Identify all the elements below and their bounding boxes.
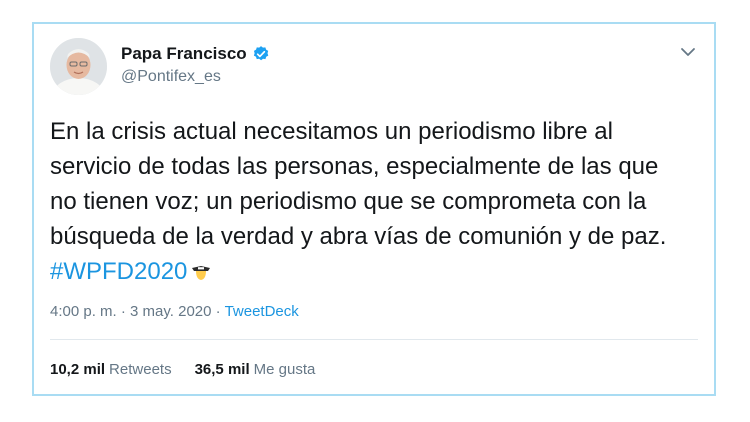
meta-separator: ·: [215, 303, 221, 320]
tweet-text: En la crisis actual necesitamos un perio…: [50, 114, 690, 289]
avatar-photo: [50, 38, 107, 95]
engagement-stats: 10,2 mil Retweets 36,5 mil Me gusta: [50, 361, 315, 378]
display-name[interactable]: Papa Francisco: [121, 44, 247, 64]
likes-count: 36,5 mil: [194, 361, 250, 378]
press-hat-emoji: [192, 266, 211, 280]
chevron-down-icon[interactable]: [680, 46, 696, 58]
hashtag-link[interactable]: #WPFD2020: [50, 258, 187, 285]
tweet-card[interactable]: Papa Francisco @Pontifex_es En la crisis…: [32, 22, 716, 396]
tweet-time[interactable]: 4:00 p. m.: [50, 303, 117, 320]
divider: [50, 339, 698, 340]
verified-badge-icon: [253, 46, 268, 61]
likes-stat[interactable]: 36,5 mil Me gusta: [195, 361, 316, 378]
avatar[interactable]: [50, 38, 107, 95]
likes-label: Me gusta: [253, 361, 316, 378]
retweets-count: 10,2 mil: [50, 361, 106, 378]
tweet-body: En la crisis actual necesitamos un perio…: [50, 118, 667, 250]
retweets-stat[interactable]: 10,2 mil Retweets: [50, 361, 172, 378]
tweet-source-link[interactable]: TweetDeck: [225, 303, 299, 320]
meta-separator: ·: [120, 303, 126, 320]
author-name-row[interactable]: Papa Francisco: [121, 44, 270, 64]
tweet-meta: 4:00 p. m. · 3 may. 2020 · TweetDeck: [50, 303, 299, 320]
retweets-label: Retweets: [109, 361, 172, 378]
tweet-date[interactable]: 3 may. 2020: [130, 303, 211, 320]
user-handle[interactable]: @Pontifex_es: [121, 68, 221, 86]
